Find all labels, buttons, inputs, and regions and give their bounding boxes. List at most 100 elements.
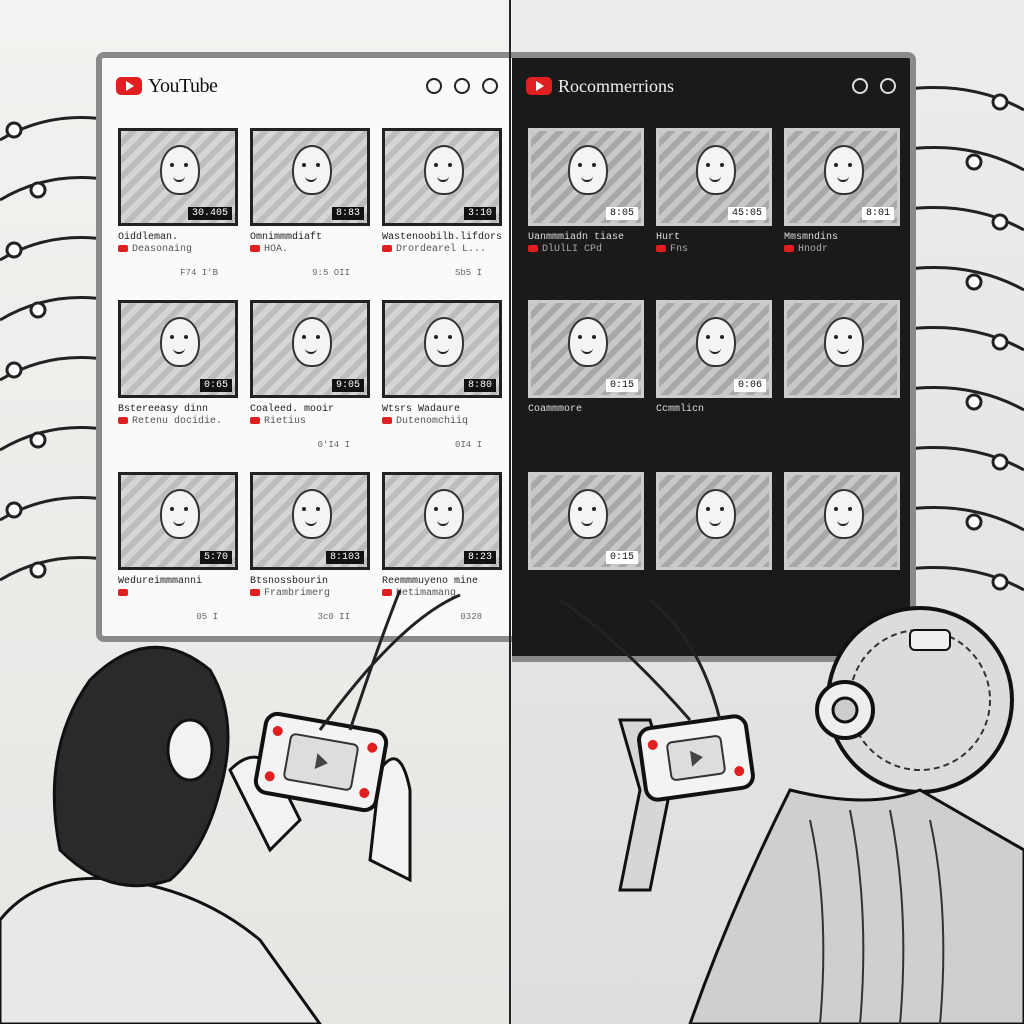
video-thumbnail[interactable]: 9:05: [249, 300, 370, 398]
video-thumbnail[interactable]: 8:01: [784, 128, 900, 226]
video-thumbnail[interactable]: 8:83: [249, 128, 370, 226]
video-duration: 0:06: [733, 379, 766, 392]
video-duration: 0:15: [605, 551, 638, 564]
account-icon[interactable]: [482, 78, 498, 94]
youtube-logo-icon[interactable]: [526, 77, 552, 95]
face-illustration: [159, 145, 200, 195]
video-card[interactable]: 30.405 Oiddleman. Deasonaing F74 I'B: [118, 128, 238, 284]
video-channel: Rietius: [263, 416, 306, 427]
video-thumbnail[interactable]: [784, 472, 900, 570]
recommendations-screen: Rocommerrions 8:05 Uanmmmiadn tiase DlUlLI…: [512, 52, 916, 662]
channel-badge-icon: [118, 588, 128, 596]
video-thumbnail[interactable]: 0:15: [528, 300, 644, 398]
video-duration: 45:05: [727, 207, 766, 220]
brand-title: Rocommerrions: [558, 75, 674, 96]
channel-badge-icon: [381, 244, 392, 252]
video-card[interactable]: 5:70 Wedureimmmanni 05 I: [118, 472, 238, 628]
video-thumbnail[interactable]: 45:05: [656, 128, 772, 226]
face-illustration: [159, 317, 200, 367]
video-stats: F74 I'B: [180, 268, 218, 278]
face-illustration: [568, 145, 608, 195]
controller-button[interactable]: [271, 725, 284, 737]
video-card[interactable]: 0:15 Coammmore: [528, 300, 644, 456]
face-illustration: [568, 317, 608, 367]
play-icon[interactable]: [689, 749, 705, 767]
video-title[interactable]: Mmsmndins: [784, 232, 900, 244]
video-channel: Deasonaing: [132, 244, 193, 255]
video-title[interactable]: Wedureimmmanni: [118, 576, 238, 588]
video-thumbnail[interactable]: 3:10: [381, 128, 502, 226]
illustration-scene: YouTube 30.405 Oiddleman. Deasonaing F74 I'…: [0, 0, 1024, 1024]
video-thumbnail[interactable]: 8:23: [381, 472, 502, 570]
video-grid: 30.405 Oiddleman. Deasonaing F74 I'B 8:83 Om…: [118, 128, 502, 628]
video-thumbnail[interactable]: 0:15: [528, 472, 644, 570]
video-card[interactable]: 9:05 Coaleed. mooir Rietius 0'I4 I: [249, 300, 370, 456]
video-card[interactable]: 0:65 Bstereeasy dinn Retenu docidie.: [118, 300, 238, 456]
youtube-logo-icon[interactable]: [116, 77, 142, 95]
channel-badge-icon: [784, 244, 794, 252]
video-title[interactable]: Oiddleman.: [118, 232, 238, 244]
search-icon[interactable]: [454, 78, 470, 94]
video-title[interactable]: Coaleed. mooir: [250, 404, 370, 416]
controller-button[interactable]: [733, 765, 745, 777]
video-title[interactable]: Ccmmlicn: [656, 404, 772, 416]
video-card[interactable]: 8:103 Btsnossbourin Frambrimerg 3c0 II: [249, 472, 370, 628]
settings-icon[interactable]: [426, 78, 442, 94]
video-duration: 30.405: [187, 207, 232, 220]
face-illustration: [423, 317, 464, 367]
controller-button[interactable]: [647, 739, 659, 751]
controller-button[interactable]: [366, 741, 379, 754]
recommendations-topbar: Rocommerrions: [512, 58, 910, 114]
video-thumbnail[interactable]: 30.405: [118, 128, 238, 226]
video-title[interactable]: Btsnossbourin: [250, 576, 370, 588]
video-card[interactable]: 8:83 Omnimmmdiaft HOA. 9:5 OII: [249, 128, 370, 284]
video-title[interactable]: Wtsrs Wadaure: [382, 404, 502, 416]
face-illustration: [291, 317, 332, 367]
video-duration: 5:70: [199, 551, 232, 564]
controller-button[interactable]: [358, 787, 371, 799]
video-card[interactable]: 8:01 Mmsmndins Hnodr: [784, 128, 900, 284]
video-duration: 8:01: [861, 207, 894, 220]
video-thumbnail[interactable]: 8:05: [528, 128, 644, 226]
channel-badge-icon: [118, 244, 128, 252]
video-duration: 8:80: [463, 379, 496, 392]
video-duration: 0:15: [605, 379, 638, 392]
video-channel: Dutenomchiiq: [395, 416, 468, 427]
video-duration: 3:10: [463, 207, 496, 220]
video-thumbnail[interactable]: 0:06: [656, 300, 772, 398]
video-title[interactable]: Coammmore: [528, 404, 644, 416]
face-illustration: [568, 489, 608, 539]
video-duration: 8:23: [463, 551, 496, 564]
channel-badge-icon: [249, 416, 260, 424]
video-card[interactable]: 8:05 Uanmmmiadn tiase DlUlLI CPd: [528, 128, 644, 284]
video-channel: Hetimamang: [395, 588, 456, 599]
video-title[interactable]: Wastenoobilb.lifdors: [382, 232, 502, 244]
channel-badge-icon: [656, 244, 666, 252]
face-illustration: [824, 145, 864, 195]
video-title[interactable]: Reemmmuyeno mine: [382, 576, 502, 588]
video-thumbnail[interactable]: 8:80: [381, 300, 502, 398]
video-thumbnail[interactable]: [784, 300, 900, 398]
video-card[interactable]: 0:06 Ccmmlicn: [656, 300, 772, 456]
play-icon[interactable]: [314, 753, 330, 772]
video-card[interactable]: 3:10 Wastenoobilb.lifdors Drordearel L... S…: [381, 128, 502, 284]
video-duration: 9:05: [331, 379, 364, 392]
video-card[interactable]: 45:05 Hurt Fns: [656, 128, 772, 284]
video-thumbnail[interactable]: 5:70: [118, 472, 238, 570]
video-title[interactable]: Uanmmmiadn tiase: [528, 232, 644, 244]
controller-button[interactable]: [263, 770, 276, 783]
video-title[interactable]: Omnimmmdiaft: [250, 232, 370, 244]
video-thumbnail[interactable]: [656, 472, 772, 570]
account-icon[interactable]: [880, 78, 896, 94]
video-card[interactable]: 8:23 Reemmmuyeno mine Hetimamang 0328: [381, 472, 502, 628]
robot-controller[interactable]: [635, 712, 757, 804]
video-title[interactable]: Bstereeasy dinn: [118, 404, 238, 416]
video-channel: Drordearel L...: [395, 244, 486, 255]
video-title[interactable]: Hurt: [656, 232, 772, 244]
video-channel: Frambrimerg: [263, 588, 330, 599]
video-card[interactable]: 8:80 Wtsrs Wadaure Dutenomchiiq 0I4 I: [381, 300, 502, 456]
settings-icon[interactable]: [852, 78, 868, 94]
video-card[interactable]: [784, 300, 900, 456]
video-thumbnail[interactable]: 8:103: [249, 472, 370, 570]
video-thumbnail[interactable]: 0:65: [118, 300, 238, 398]
